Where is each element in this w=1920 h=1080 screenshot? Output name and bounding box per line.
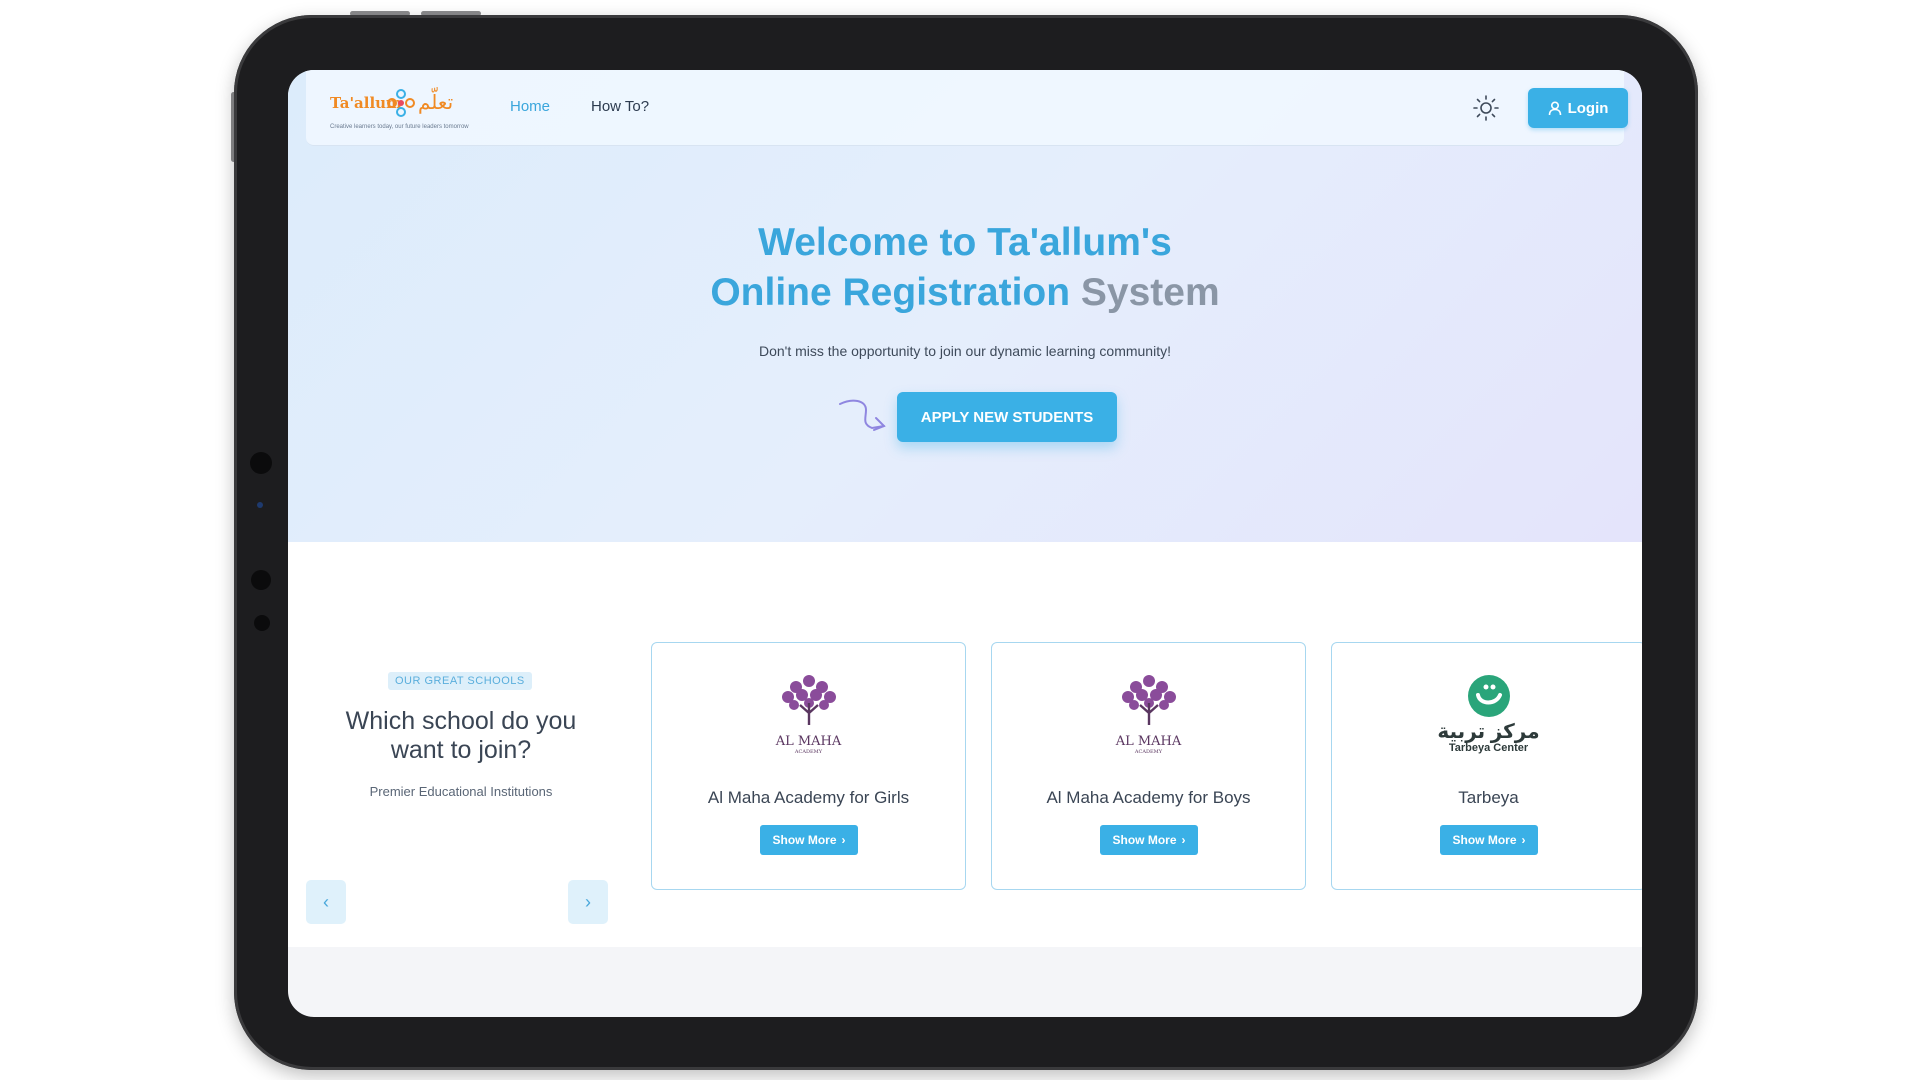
carousel-next-button[interactable]: ›: [568, 880, 608, 924]
chevron-right-icon: ›: [1181, 833, 1186, 847]
school-card[interactable]: مركز تربية Tarbeya Center Tarbeya Show M…: [1331, 642, 1642, 890]
hero-title-line2: Online Registration System: [288, 268, 1642, 318]
section-badge: OUR GREAT SCHOOLS: [388, 672, 532, 690]
hero-title-line2-b: System: [1080, 271, 1220, 314]
school-name: Al Maha Academy for Boys: [1046, 788, 1251, 807]
curved-arrow-icon: [839, 399, 886, 431]
hero-title-line2-a: Online Registration: [710, 271, 1081, 314]
chevron-right-icon: ›: [585, 891, 591, 912]
school-logo-text-ar: مركز تربية: [1437, 721, 1540, 743]
login-label: Login: [1567, 99, 1609, 117]
show-more-button[interactable]: Show More ›: [1100, 825, 1198, 855]
show-more-label: Show More: [772, 833, 837, 847]
show-more-button[interactable]: Show More ›: [760, 825, 858, 855]
brand-logo[interactable]: Ta'allum تعلّم Creative learners today, …: [326, 84, 476, 134]
user-icon: [1548, 100, 1561, 115]
school-logo: مركز تربية Tarbeya Center: [1332, 673, 1642, 754]
camera-sensor: [257, 502, 263, 508]
chevron-right-icon: ›: [1521, 833, 1526, 847]
logo-text-ar: تعلّم: [418, 90, 454, 114]
tree-logo-icon: [781, 675, 836, 725]
show-more-label: Show More: [1112, 833, 1177, 847]
school-name: Tarbeya: [1458, 788, 1519, 807]
hero-subtitle: Don't miss the opportunity to join our d…: [759, 343, 1171, 359]
school-logo-subtext: ACADEMY: [794, 749, 823, 755]
theme-toggle-button[interactable]: [1472, 94, 1500, 122]
navbar: Ta'allum تعلّم Creative learners today, …: [306, 70, 1628, 146]
show-more-label: Show More: [1452, 833, 1517, 847]
carousel-prev-button[interactable]: ‹: [306, 880, 346, 924]
school-card[interactable]: AL MAHA ACADEMY Al Maha Academy for Boys…: [991, 642, 1306, 890]
apply-new-students-button[interactable]: APPLY NEW STUDENTS: [897, 392, 1117, 442]
hero-title: Welcome to Ta'allum's Online Registratio…: [288, 218, 1642, 318]
camera-lens-3: [254, 615, 270, 631]
school-logo-subtext: ACADEMY: [1134, 749, 1163, 755]
hero-title-line1: Welcome to Ta'allum's: [758, 221, 1172, 264]
logo-mark-icon: [387, 89, 415, 117]
show-more-button[interactable]: Show More ›: [1440, 825, 1538, 855]
school-logo: AL MAHA ACADEMY: [652, 673, 965, 755]
schools-section: OUR GREAT SCHOOLS Which school do you wa…: [288, 542, 1642, 947]
school-name: Al Maha Academy for Girls: [707, 788, 910, 807]
school-logo: AL MAHA ACADEMY: [992, 673, 1305, 755]
nav-link-how-to[interactable]: How To?: [591, 98, 649, 115]
screen: Ta'allum تعلّم Creative learners today, …: [288, 70, 1642, 1017]
camera-lens-2: [251, 570, 271, 590]
school-card[interactable]: AL MAHA ACADEMY Al Maha Academy for Girl…: [651, 642, 966, 890]
chevron-right-icon: ›: [841, 833, 846, 847]
camera-lens: [250, 452, 272, 474]
sun-icon: [1473, 95, 1499, 121]
chevron-left-icon: ‹: [323, 891, 329, 912]
school-logo-text: AL MAHA: [1115, 734, 1182, 749]
tarbeya-logo-icon: [1467, 675, 1510, 717]
nav-link-home[interactable]: Home: [510, 98, 550, 115]
logo-tagline: Creative learners today, our future lead…: [330, 124, 469, 130]
school-logo-text: AL MAHA: [775, 734, 842, 749]
login-button[interactable]: Login: [1528, 88, 1628, 128]
schools-heading: Which school do you want to join?: [345, 707, 577, 764]
schools-subheading: Premier Educational Institutions: [369, 784, 553, 799]
school-logo-text-en: Tarbeya Center: [1448, 742, 1529, 754]
hero-section: Ta'allum تعلّم Creative learners today, …: [288, 70, 1642, 542]
tree-logo-icon: [1121, 675, 1176, 725]
